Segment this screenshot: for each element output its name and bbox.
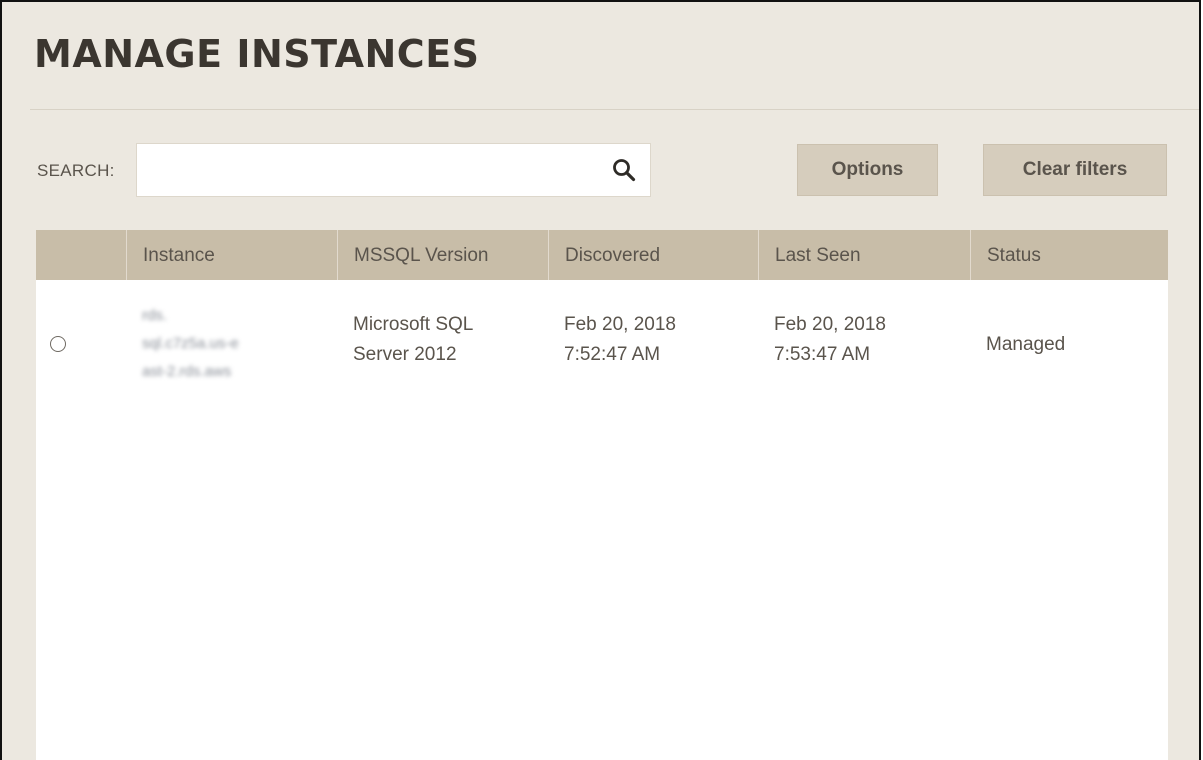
last-seen-date: Feb 20, 2018	[774, 314, 886, 335]
column-header-mssql-version[interactable]: MSSQL Version	[337, 230, 548, 280]
version-line: Server 2012	[353, 344, 457, 365]
manage-instances-panel: MANAGE INSTANCES SEARCH: Options Clear f…	[0, 0, 1201, 760]
last-seen-cell: Feb 20, 2018 7:53:47 AM	[774, 310, 959, 370]
search-box	[136, 143, 651, 197]
options-button[interactable]: Options	[797, 144, 938, 196]
column-header-last-seen[interactable]: Last Seen	[758, 230, 970, 280]
instance-line: ast-2.rds.aws	[142, 363, 232, 380]
status-cell: Managed	[986, 334, 1066, 355]
clear-filters-button[interactable]: Clear filters	[983, 144, 1167, 196]
instance-line: rds.	[142, 307, 168, 324]
column-header-select	[36, 230, 126, 280]
row-select-radio[interactable]	[50, 336, 66, 352]
instances-table: Instance MSSQL Version Discovered Last S…	[36, 230, 1168, 760]
column-header-discovered[interactable]: Discovered	[548, 230, 758, 280]
search-label: SEARCH:	[37, 161, 115, 180]
search-icon[interactable]	[611, 157, 637, 183]
instance-cell: rds. sql.c7z5a.us-e ast-2.rds.aws	[142, 302, 322, 386]
search-input[interactable]	[137, 144, 597, 196]
column-header-instance[interactable]: Instance	[126, 230, 337, 280]
discovered-date: Feb 20, 2018	[564, 314, 676, 335]
last-seen-time: 7:53:47 AM	[774, 344, 871, 365]
discovered-time: 7:52:47 AM	[564, 344, 661, 365]
version-line: Microsoft SQL	[353, 314, 474, 335]
column-header-status[interactable]: Status	[970, 230, 1168, 280]
table-header: Instance MSSQL Version Discovered Last S…	[36, 230, 1168, 280]
instance-line: sql.c7z5a.us-e	[142, 335, 239, 352]
page-title: MANAGE INSTANCES	[34, 32, 480, 76]
mssql-version-cell: Microsoft SQL Server 2012	[353, 310, 538, 370]
discovered-cell: Feb 20, 2018 7:52:47 AM	[564, 310, 749, 370]
title-divider	[30, 109, 1199, 110]
table-row[interactable]: rds. sql.c7z5a.us-e ast-2.rds.aws Micros…	[36, 280, 1168, 410]
